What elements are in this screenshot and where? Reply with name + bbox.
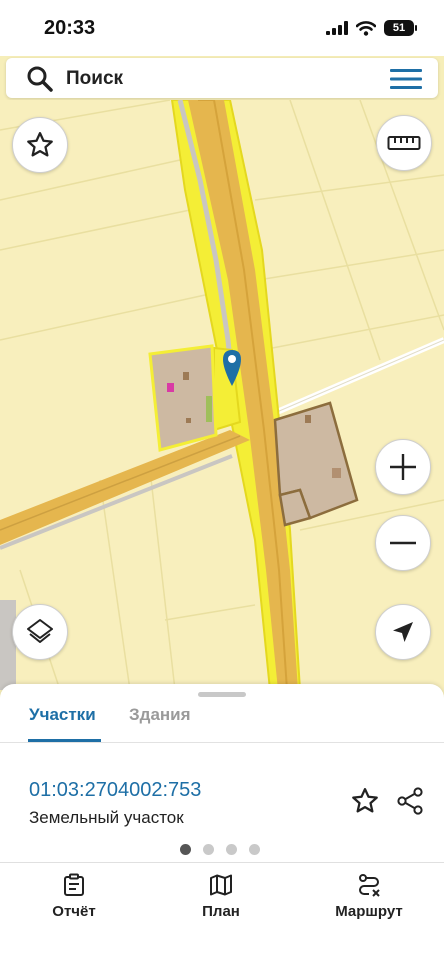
battery-level: 51 (392, 22, 406, 34)
parcel-type-label: Земельный участок (29, 808, 184, 827)
tab-parcels[interactable]: Участки (29, 705, 96, 725)
nav-plan-label[interactable]: План (202, 903, 240, 920)
search-label[interactable]: Поиск (66, 68, 123, 90)
page-dot[interactable] (203, 844, 214, 855)
minus-icon (390, 541, 416, 545)
map-view[interactable] (0, 100, 444, 690)
favorite-map-button[interactable] (12, 117, 68, 173)
ruler-icon (387, 136, 421, 150)
cadastral-number[interactable]: 01:03:2704002:753 (29, 779, 201, 802)
layers-button[interactable] (12, 604, 68, 660)
bottom-nav: Отчёт План Маршрут (0, 862, 444, 960)
status-bar: 20:33 51 (0, 0, 444, 56)
nav-route-label[interactable]: Маршрут (335, 903, 403, 920)
page-dot[interactable] (249, 844, 260, 855)
search-icon[interactable] (26, 65, 54, 93)
status-icons: 51 (326, 20, 417, 36)
map-canvas[interactable] (0, 100, 444, 690)
favorite-star-icon[interactable] (350, 786, 380, 816)
page-dot[interactable] (226, 844, 237, 855)
nav-route[interactable]: Маршрут (309, 873, 429, 920)
map-icon (210, 874, 232, 896)
my-location-button[interactable] (375, 604, 431, 660)
nav-report[interactable]: Отчёт (14, 873, 134, 920)
layers-icon (27, 619, 53, 643)
tab-divider (0, 742, 444, 743)
status-time: 20:33 (44, 17, 96, 39)
share-icon[interactable] (395, 786, 425, 816)
navigation-arrow-icon (393, 622, 413, 642)
menu-icon[interactable] (390, 68, 422, 90)
wifi-icon (356, 20, 376, 36)
battery-icon: 51 (384, 20, 417, 36)
zoom-in-button[interactable] (375, 439, 431, 495)
search-bar[interactable]: Поиск (6, 58, 438, 98)
ruler-button[interactable] (376, 115, 432, 171)
plus-icon (390, 454, 416, 480)
parcel-info-sheet[interactable]: Участки Здания 01:03:2704002:753 Земельн… (0, 684, 444, 862)
zoom-out-button[interactable] (375, 515, 431, 571)
report-icon (64, 873, 84, 896)
tab-buildings[interactable]: Здания (129, 705, 191, 725)
nav-plan[interactable]: План (161, 873, 281, 920)
page-indicator (180, 844, 260, 855)
star-icon (27, 132, 53, 157)
route-icon (359, 874, 380, 897)
signal-icon (326, 21, 348, 35)
page-dot[interactable] (180, 844, 191, 855)
sheet-drag-handle[interactable] (198, 692, 246, 697)
nav-report-label[interactable]: Отчёт (52, 903, 95, 920)
